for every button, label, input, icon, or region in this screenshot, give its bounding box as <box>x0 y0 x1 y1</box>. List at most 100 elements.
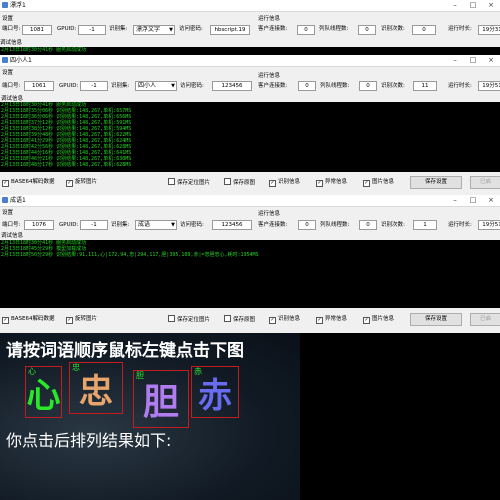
checkbox-label: 保存原图 <box>233 317 256 323</box>
run-time-label: 运行时长: <box>448 222 472 228</box>
close-icon[interactable]: × <box>482 195 500 206</box>
queue-label: 列队线程数: <box>319 26 349 32</box>
captcha-instruction: 请按词语顺序鼠标左键点击下图 <box>6 341 244 361</box>
maximize-icon[interactable]: □ <box>464 55 482 66</box>
app-icon <box>2 57 8 63</box>
recog-count-label: 识别次数: <box>381 83 405 89</box>
gpuid-label: GPUID: <box>59 83 79 89</box>
start-button[interactable]: 已启 <box>470 176 500 189</box>
chevron-down-icon: ▼ <box>171 222 175 228</box>
recog-count-label: 识别次数: <box>381 26 405 32</box>
error-info-checkbox[interactable]: ✓ 异常信息 <box>316 178 347 187</box>
run-time-label: 运行时长: <box>448 26 472 32</box>
gpuid-input[interactable]: -1 <box>80 220 108 230</box>
checkbox-label: 保存定位图片 <box>177 317 211 323</box>
recog-count-value: 11 <box>413 81 437 91</box>
base64-checkbox[interactable]: ✓ BASE64解码数据 <box>2 315 55 324</box>
password-label: 访问密码: <box>180 83 204 89</box>
start-button[interactable]: 已启 <box>470 313 500 326</box>
captcha-result-text: 你点击后排列结果如下: <box>6 431 172 450</box>
queue-value: 0 <box>358 25 376 35</box>
checkbox-label: 异常信息 <box>325 179 348 185</box>
save-locate-image-checkbox[interactable]: 保存定位图片 <box>168 315 210 324</box>
port-input[interactable]: 1081 <box>22 25 52 35</box>
minimize-icon[interactable]: – <box>446 55 464 66</box>
save-locate-image-checkbox[interactable]: 保存定位图片 <box>168 178 210 187</box>
mode-select[interactable]: 四小人 ▼ <box>135 81 177 91</box>
checkbox-label: 识别信息 <box>278 316 301 322</box>
log-line: 2月13日18时50分29秒 识别结果:91,111,心|172,94,忠|29… <box>1 252 259 258</box>
password-input[interactable]: hbscript.19 <box>210 25 250 35</box>
captcha-char-box[interactable]: 胆 胆 <box>133 370 189 428</box>
clients-value: 0 <box>298 220 316 230</box>
close-icon[interactable]: × <box>482 55 500 66</box>
checkmark-icon: ✓ <box>269 180 276 187</box>
run-info-group-label: 运行信息 <box>258 16 281 22</box>
save-original-checkbox[interactable]: 保存原图 <box>224 178 255 187</box>
checkbox-empty-icon <box>168 178 175 185</box>
clients-label: 客户连接数: <box>258 83 288 89</box>
gpuid-label: GPUID: <box>57 26 77 32</box>
checkmark-icon: ✓ <box>2 180 9 187</box>
run-info-group-label: 运行信息 <box>258 73 281 79</box>
clients-value: 0 <box>297 25 315 35</box>
queue-label: 列队线程数: <box>320 83 350 89</box>
debug-group-label: 调试信息 <box>0 40 23 46</box>
clients-value: 0 <box>298 81 316 91</box>
checkbox-empty-icon <box>224 315 231 322</box>
rotate-image-checkbox[interactable]: ✓ 旋转图片 <box>66 315 97 324</box>
checkbox-label: 旋转图片 <box>75 179 98 185</box>
char-order-label: 忠 <box>72 363 80 372</box>
app-icon <box>2 197 8 203</box>
error-info-checkbox[interactable]: ✓ 异常信息 <box>316 315 347 324</box>
captcha-char: 心 <box>26 376 61 416</box>
gpuid-input[interactable]: -1 <box>80 81 108 91</box>
queue-label: 列队线程数: <box>320 222 350 228</box>
close-icon[interactable]: × <box>482 0 500 11</box>
recog-count-value: 0 <box>412 25 436 35</box>
captcha-char-box[interactable]: 赤 赤 <box>191 366 239 418</box>
save-settings-button[interactable]: 保存设置 <box>410 176 462 189</box>
image-info-checkbox[interactable]: ✓ 图片信息 <box>363 178 394 187</box>
password-input[interactable]: 123456 <box>212 81 252 91</box>
checkbox-label: 保存定位图片 <box>177 180 211 186</box>
minimize-icon[interactable]: – <box>446 195 464 206</box>
title-bar: 四小人1 – □ × <box>0 55 500 67</box>
port-input[interactable]: 1061 <box>24 81 54 91</box>
recog-info-checkbox[interactable]: ✓ 识别信息 <box>269 178 300 187</box>
maximize-icon[interactable]: □ <box>464 195 482 206</box>
mode-label: 识别集: <box>109 26 128 32</box>
queue-value: 0 <box>359 81 377 91</box>
mode-select-value: 四小人 <box>138 82 157 89</box>
run-time-value: 19分51 <box>478 220 500 230</box>
window-title: 漂浮1 <box>10 2 26 9</box>
maximize-icon[interactable]: □ <box>464 0 482 11</box>
checkmark-icon: ✓ <box>363 317 370 324</box>
debug-log: 2月13日18时30分41秒 服务启动成功 2月13日18时45分29秒 模型加… <box>0 240 500 308</box>
password-input[interactable]: 123456 <box>212 220 252 230</box>
checkbox-label: 图片信息 <box>372 179 395 185</box>
gpuid-input[interactable]: -1 <box>78 25 106 35</box>
checkbox-label: 保存原图 <box>233 180 256 186</box>
clients-label: 客户连接数: <box>258 26 288 32</box>
recog-info-checkbox[interactable]: ✓ 识别信息 <box>269 315 300 324</box>
mode-select[interactable]: 成语 ▼ <box>135 220 177 230</box>
char-order-label: 胆 <box>136 371 144 380</box>
chevron-down-icon: ▼ <box>169 27 173 33</box>
save-original-checkbox[interactable]: 保存原图 <box>224 315 255 324</box>
log-line: 2月13日18时48分17秒 识别结果:148,267,单机:628MS <box>1 162 132 168</box>
image-info-checkbox[interactable]: ✓ 图片信息 <box>363 315 394 324</box>
debug-log: 2月13日18时30分41秒 服务启动成功 <box>0 47 500 55</box>
minimize-icon[interactable]: – <box>446 0 464 11</box>
mode-label: 识别集: <box>111 83 130 89</box>
captcha-char-box[interactable]: 心 心 <box>25 366 62 418</box>
base64-checkbox[interactable]: ✓ BASE64解码数据 <box>2 178 55 187</box>
save-settings-button[interactable]: 保存设置 <box>410 313 462 326</box>
rotate-image-checkbox[interactable]: ✓ 旋转图片 <box>66 178 97 187</box>
port-input[interactable]: 1076 <box>24 220 54 230</box>
captcha-image: 请按词语顺序鼠标左键点击下图 心 心 忠 忠 胆 胆 赤 赤 你点击后排列结果如… <box>0 333 300 500</box>
mode-select[interactable]: 漂浮文字 ▼ <box>133 25 175 35</box>
mode-select-value: 成语 <box>138 221 151 228</box>
captcha-char-box[interactable]: 忠 忠 <box>69 362 123 414</box>
recog-count-label: 识别次数: <box>381 222 405 228</box>
